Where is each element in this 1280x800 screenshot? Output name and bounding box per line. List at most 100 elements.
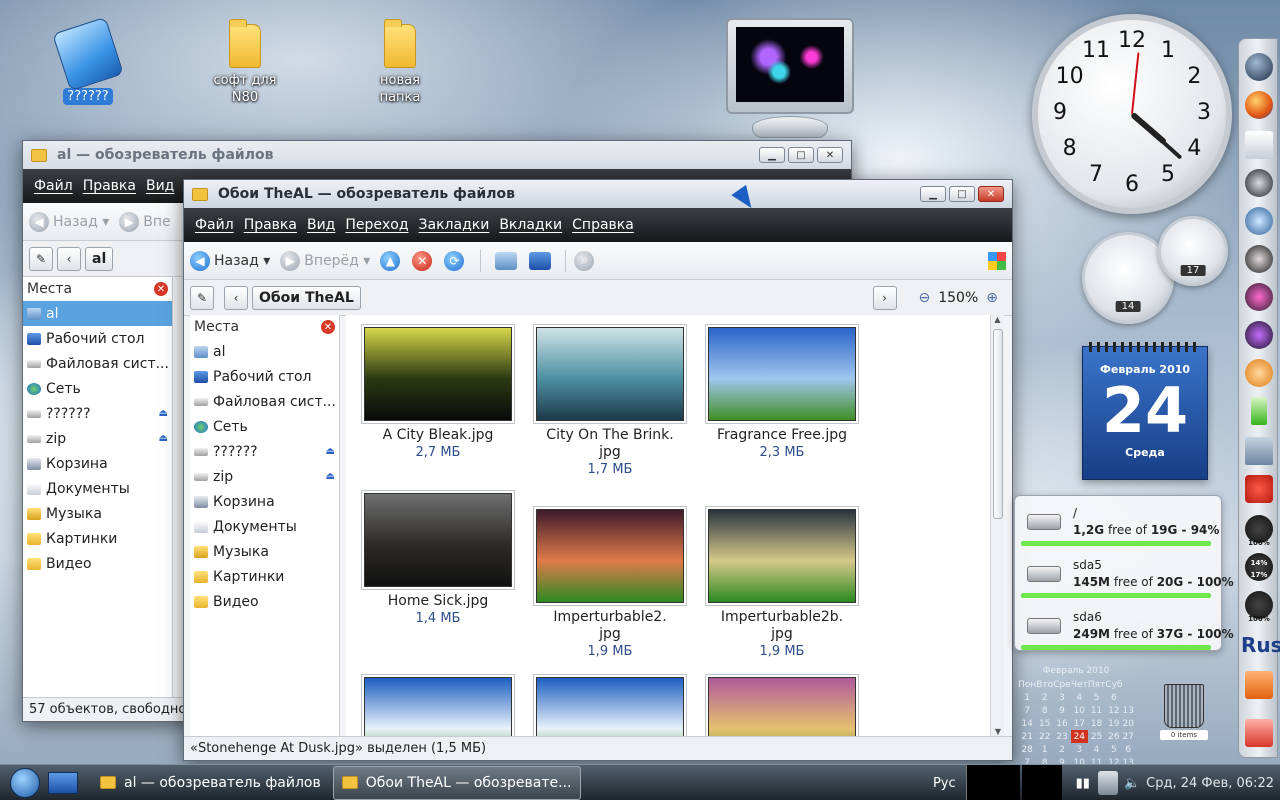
keyboard-layout-indicator[interactable]: Rus [1241,633,1280,657]
forward-button[interactable]: ▶ Впе [119,211,171,232]
scroll-up-arrow[interactable]: ▲ [991,315,1004,324]
calendar-date[interactable]: 25 [1088,730,1105,743]
sidebar-item[interactable]: Рабочий стол [190,364,339,389]
sidebar-item[interactable]: Картинки [23,526,172,551]
task-front-window[interactable]: Обои TheAL — обозревате... [332,765,581,800]
sidebar-item[interactable]: Видео [23,551,172,576]
front-window-titlebar[interactable]: Обои TheAL — обозреватель файлов ▁ □ ✕ [184,180,1012,208]
scroll-thumb[interactable] [993,329,1003,519]
calendar-date[interactable]: 18 [1088,717,1105,730]
sidebar-item[interactable]: Рабочий стол [23,326,172,351]
close-button[interactable]: ✕ [978,186,1004,202]
sidebar-item[interactable]: Сеть [23,376,172,401]
sidebar-item[interactable]: Картинки [190,564,339,589]
sidebar-item[interactable]: Сеть [190,414,339,439]
file-item[interactable]: Imperturbable2. jpg 1,9 МБ [526,509,694,660]
sidebar-item[interactable]: zip ⏏ [23,426,172,451]
path-crumb[interactable]: al [85,246,114,271]
file-icon-view[interactable]: A City Bleak.jpg 2,7 МБ City On The Brink.… [346,315,990,738]
edit-location-button[interactable]: ✎ [190,285,214,310]
calendar-date[interactable]: 21 [1018,730,1036,743]
pen-icon[interactable] [1245,245,1273,273]
keyboard-layout[interactable]: Рус [933,776,956,791]
calendar-date[interactable]: 10 [1071,704,1088,717]
minimize-button[interactable]: ▁ [920,186,946,202]
calendar-date[interactable]: 5 [1105,743,1122,756]
calendar-date[interactable]: 28 [1018,743,1036,756]
menu-view[interactable]: Вид [302,217,340,233]
home-icon[interactable] [495,251,518,270]
back-button[interactable]: ◀ Назад ▾ [190,250,270,271]
sidebar-item[interactable]: Файловая сист... [190,389,339,414]
globe-icon[interactable] [1245,53,1273,81]
compass-icon[interactable] [1245,169,1273,197]
menu-edit[interactable]: Правка [239,217,302,233]
network-signal-icon[interactable]: ▮▮ [1076,776,1090,791]
calendar-date[interactable]: 1 [1018,691,1036,704]
calendar-date[interactable]: 3 [1071,743,1088,756]
file-item[interactable]: Imperturbable2b. jpg 1,9 МБ [698,509,866,660]
file-item[interactable]: City On The Brink. jpg 1,7 МБ [526,327,694,478]
firefox-icon[interactable] [1245,91,1273,119]
calendar-date[interactable]: 1 [1036,743,1053,756]
calendar-date[interactable]: 14 [1018,717,1036,730]
file-item[interactable] [698,677,866,738]
file-item[interactable] [526,677,694,738]
sidebar-item[interactable]: Документы [190,514,339,539]
file-item[interactable]: Home Sick.jpg 1,4 МБ [354,493,522,627]
file-item[interactable]: Fragrance Free.jpg 2,3 МБ [698,327,866,461]
calendar-date[interactable]: 6 [1105,691,1122,704]
device-icon[interactable] [1097,771,1118,795]
desktop-thumbnail-icon[interactable] [1245,437,1273,465]
places-header[interactable]: Места ✕ [23,277,172,301]
reload-icon[interactable]: ⟳ [444,250,465,271]
close-sidebar-icon[interactable]: ✕ [154,282,168,296]
calendar-date[interactable]: 5 [1088,691,1105,704]
sidebar-item[interactable]: Музыка [23,501,172,526]
scroll-down-arrow[interactable]: ▼ [991,727,1005,736]
battery-icon[interactable] [1251,397,1267,425]
back-window-titlebar[interactable]: al — обозреватель файлов ▁ □ ✕ [23,141,851,169]
sidebar-item[interactable]: Документы [23,476,172,501]
menu-tabs[interactable]: Вкладки [494,217,567,233]
eject-icon[interactable]: ⏏ [159,433,168,444]
network-icon[interactable] [529,251,552,270]
close-button[interactable]: ✕ [817,147,843,163]
desktop-icon-soft-n80[interactable]: софт для N80 [195,19,295,106]
vertical-scrollbar[interactable]: ▲ ▼ [990,315,1004,738]
close-sidebar-icon[interactable]: ✕ [321,320,335,334]
back-button[interactable]: ◀ Назад ▾ [29,211,109,232]
calendar-date[interactable]: 4 [1088,743,1105,756]
calendar-date[interactable]: 7 [1018,704,1036,717]
sidebar-item[interactable]: Корзина [190,489,339,514]
front-file-manager-window[interactable]: Обои TheAL — обозреватель файлов ▁ □ ✕ Ф… [183,179,1013,761]
sidebar-item[interactable]: zip ⏏ [190,464,339,489]
calendar-date[interactable]: 9 [1053,704,1071,717]
edit-location-button[interactable]: ✎ [29,246,53,271]
calendar-date[interactable]: 20 [1123,717,1135,730]
calendar-date[interactable]: 24 [1070,730,1088,743]
sidebar-item[interactable]: al [190,339,339,364]
power-icon[interactable] [1245,475,1273,503]
desktop-icon-new-folder[interactable]: новая папка [350,19,450,106]
calendar-date[interactable]: 23 [1053,730,1071,743]
menu-bookmarks[interactable]: Закладки [414,217,495,233]
find-icon[interactable]: ⌕ [574,250,595,271]
calendar-date[interactable]: 8 [1036,704,1053,717]
documents-icon[interactable] [1245,131,1273,159]
eject-icon[interactable]: ⏏ [326,471,335,482]
zoom-in-icon[interactable]: ⊕ [986,290,998,306]
maximize-button[interactable]: □ [949,186,975,202]
sidebar-item[interactable]: al [23,301,172,326]
menu-file[interactable]: Файл [29,178,78,194]
start-menu-button[interactable] [10,767,40,798]
desktop-icon-network[interactable]: ?????? [38,16,138,105]
calendar-date[interactable]: 17 [1071,717,1088,730]
calendar-date[interactable]: 11 [1088,704,1105,717]
minimize-button[interactable]: ▁ [759,147,785,163]
calendar-date[interactable]: 22 [1036,730,1053,743]
calendar-date[interactable]: 19 [1105,717,1122,730]
calendar-date[interactable]: 2 [1036,691,1053,704]
menu-help[interactable]: Справка [567,217,639,233]
chart-icon[interactable] [1245,321,1273,349]
